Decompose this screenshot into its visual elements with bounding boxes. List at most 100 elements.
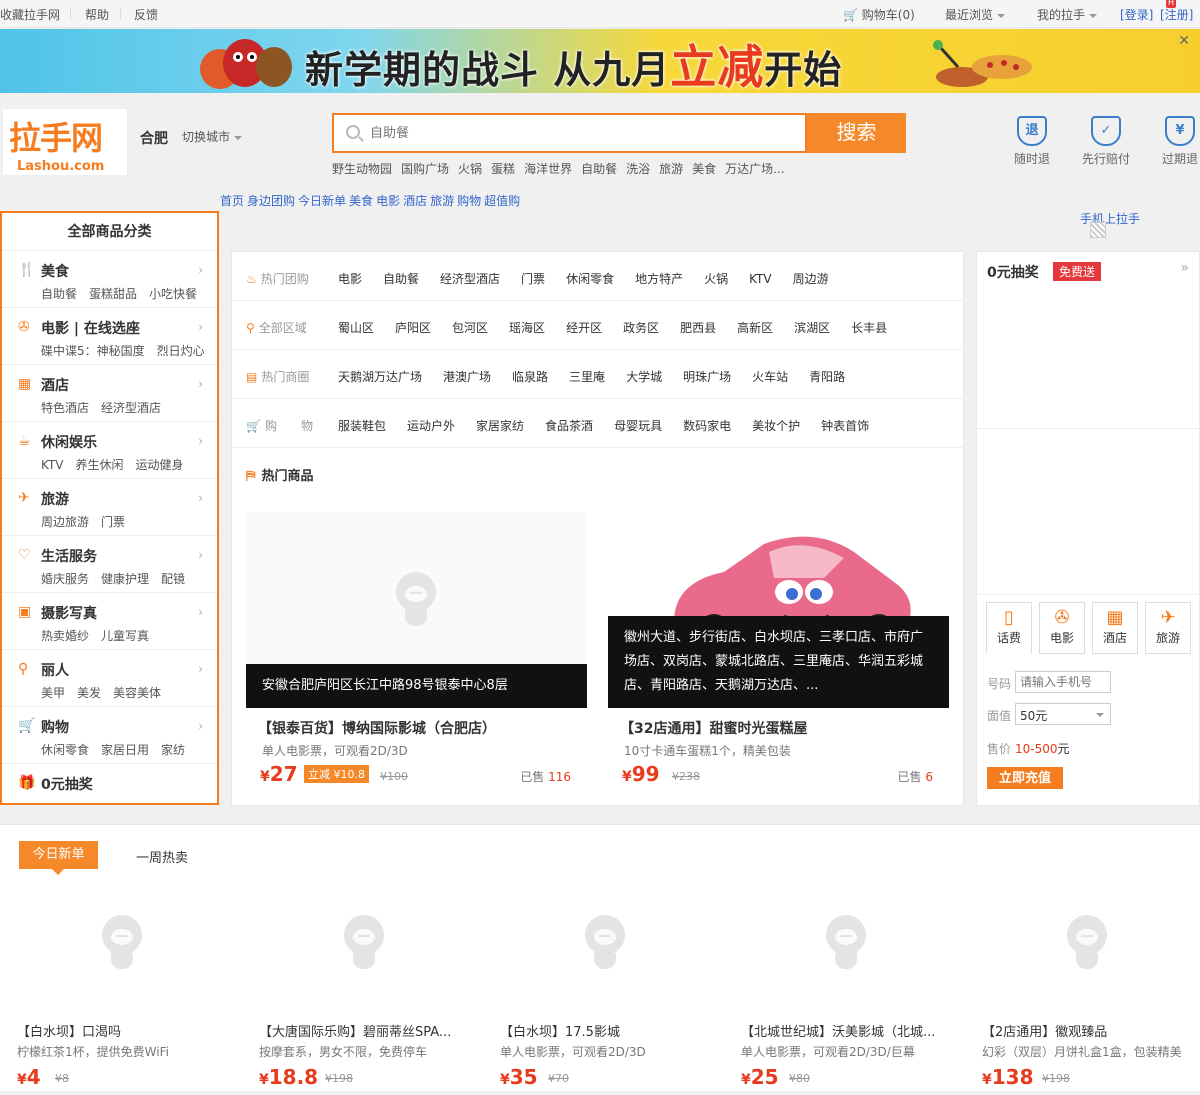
help-link[interactable]: 帮助 xyxy=(85,6,109,23)
filter-link[interactable]: 家居家纺 xyxy=(476,419,524,433)
nav-item[interactable]: 首页 xyxy=(220,194,244,208)
filter-link[interactable]: 滨湖区 xyxy=(794,321,830,335)
tab-travel[interactable]: ✈ 旅游 xyxy=(1145,602,1191,654)
subcategory-link[interactable]: 美甲 xyxy=(41,686,65,700)
filter-link[interactable]: KTV xyxy=(749,272,771,286)
category-item-shopping[interactable]: 🛒 购物 › 休闲零食 家居日用 家纺 xyxy=(2,707,217,764)
feedback-link[interactable]: 反馈 xyxy=(134,6,158,23)
deal-card[interactable]: 【2店通用】徽观臻品 幻彩（双层）月饼礼盒1盒，包装精美 ¥138 ¥198 xyxy=(982,915,1192,1095)
subcategory-link[interactable]: 烈日灼心 xyxy=(157,344,205,358)
recharge-button[interactable]: 立即充值 xyxy=(987,767,1063,789)
subcategory-link[interactable]: 自助餐 xyxy=(41,287,77,301)
filter-link[interactable]: 天鹅湖万达广场 xyxy=(338,370,422,384)
recent-dropdown[interactable]: 最近浏览 xyxy=(945,6,1006,23)
filter-link[interactable]: 港澳广场 xyxy=(443,370,491,384)
category-item-travel[interactable]: ✈ 旅游 › 周边旅游 门票 xyxy=(2,479,217,536)
hot-word[interactable]: 国购广场 xyxy=(401,162,449,176)
filter-link[interactable]: 政务区 xyxy=(623,321,659,335)
category-item-movie[interactable]: ✇ 电影 | 在线选座 › 碟中谍5：神秘国度 烈日灼心 xyxy=(2,308,217,365)
hot-word[interactable]: 火锅 xyxy=(458,162,482,176)
filter-link[interactable]: 门票 xyxy=(521,272,545,286)
amount-select[interactable]: 50元 xyxy=(1015,703,1111,725)
hot-word[interactable]: 洗浴 xyxy=(626,162,650,176)
filter-link[interactable]: 休闲零食 xyxy=(566,272,614,286)
hot-word[interactable]: 旅游 xyxy=(659,162,683,176)
nav-item[interactable]: 美食 xyxy=(349,194,373,208)
subcategory-link[interactable]: 婚庆服务 xyxy=(41,572,89,586)
subcategory-link[interactable]: 特色酒店 xyxy=(41,401,89,415)
filter-link[interactable]: 地方特产 xyxy=(635,272,683,286)
deal-card[interactable]: 徽州大道、步行街店、白水坝店、三孝口店、市府广场店、双岗店、蒙城北路店、三里庵店… xyxy=(608,512,949,792)
nav-item[interactable]: 身边团购 xyxy=(247,194,295,208)
deal-title[interactable]: 【大唐国际乐购】碧丽蒂丝SPA... xyxy=(259,1021,484,1040)
subcategory-link[interactable]: 蛋糕甜品 xyxy=(89,287,137,301)
filter-link[interactable]: 大学城 xyxy=(626,370,662,384)
tab-weekly-hot[interactable]: 一周热卖 xyxy=(136,847,188,866)
nav-item[interactable]: 旅游 xyxy=(430,194,454,208)
filter-link[interactable]: 青阳路 xyxy=(809,370,845,384)
filter-link[interactable]: 电影 xyxy=(338,272,362,286)
login-link[interactable]: [登录] xyxy=(1120,6,1153,23)
filter-link[interactable]: 自助餐 xyxy=(383,272,419,286)
filter-link[interactable]: 钟表首饰 xyxy=(821,419,869,433)
subcategory-link[interactable]: 美容美体 xyxy=(113,686,161,700)
deal-title[interactable]: 【白水坝】17.5影城 xyxy=(500,1021,725,1040)
filter-link[interactable]: 周边游 xyxy=(793,272,829,286)
hot-word[interactable]: 蛋糕 xyxy=(491,162,515,176)
lottery-title[interactable]: 0元抽奖 xyxy=(987,262,1039,282)
nav-item[interactable]: 电影 xyxy=(376,194,400,208)
register-link[interactable]: [注册] xyxy=(1160,6,1193,23)
subcategory-link[interactable]: 小吃快餐 xyxy=(149,287,197,301)
filter-link[interactable]: 火锅 xyxy=(704,272,728,286)
deal-title[interactable]: 【白水坝】口渴吗 xyxy=(17,1021,242,1040)
deal-card[interactable]: 【白水坝】17.5影城 单人电影票，可观看2D/3D ¥35 ¥70 xyxy=(500,915,725,1095)
deal-card[interactable]: 【北城世纪城】沃美影城（北城... 单人电影票，可观看2D/3D/巨幕 ¥25 … xyxy=(741,915,966,1095)
filter-link[interactable]: 食品茶酒 xyxy=(545,419,593,433)
subcategory-link[interactable]: 美发 xyxy=(77,686,101,700)
category-item-lottery[interactable]: 🎁 0元抽奖 xyxy=(2,764,217,804)
filter-link[interactable]: 经济型酒店 xyxy=(440,272,500,286)
category-item-life-services[interactable]: ♡ 生活服务 › 婚庆服务 健康护理 配镜 xyxy=(2,536,217,593)
deal-card[interactable]: 安徽合肥庐阳区长江中路98号银泰中心8层 【银泰百货】博纳国际影城（合肥店） 单… xyxy=(246,512,587,792)
category-item-leisure[interactable]: ☕ 休闲娱乐 › KTV 养生休闲 运动健身 xyxy=(2,422,217,479)
category-item-beauty[interactable]: ⚲ 丽人 › 美甲 美发 美容美体 xyxy=(2,650,217,707)
filter-link[interactable]: 运动户外 xyxy=(407,419,455,433)
hot-word[interactable]: 自助餐 xyxy=(581,162,617,176)
filter-link[interactable]: 高新区 xyxy=(737,321,773,335)
category-item-hotel[interactable]: ▦ 酒店 › 特色酒店 经济型酒店 xyxy=(2,365,217,422)
search-input[interactable] xyxy=(370,123,790,143)
mobile-app-link[interactable]: 手机上拉手 xyxy=(1080,210,1140,238)
search-button[interactable]: 搜索 xyxy=(807,113,906,153)
subcategory-link[interactable]: 碟中谍5：神秘国度 xyxy=(41,344,145,358)
category-item-photography[interactable]: ▣ 摄影写真 › 热卖婚纱 儿童写真 xyxy=(2,593,217,650)
switch-city-dropdown[interactable]: 切换城市 xyxy=(182,128,243,145)
subcategory-link[interactable]: 配镜 xyxy=(161,572,185,586)
hot-word[interactable]: 万达广场... xyxy=(725,162,784,176)
filter-link[interactable]: 瑶海区 xyxy=(509,321,545,335)
deal-title[interactable]: 【银泰百货】博纳国际影城（合肥店） xyxy=(258,718,496,738)
nav-item[interactable]: 购物 xyxy=(457,194,481,208)
filter-link[interactable]: 庐阳区 xyxy=(395,321,431,335)
deal-card[interactable]: 【白水坝】口渴吗 柠檬红茶1杯，提供免费WiFi ¥4 ¥8 xyxy=(17,915,242,1095)
my-lashou-dropdown[interactable]: 我的拉手 xyxy=(1037,6,1098,23)
filter-link[interactable]: 蜀山区 xyxy=(338,321,374,335)
cart-link[interactable]: 🛒 购物车(0) xyxy=(843,6,915,23)
tab-phone-recharge[interactable]: ▯ 话费 xyxy=(986,602,1032,654)
filter-link[interactable]: 包河区 xyxy=(452,321,488,335)
deal-card[interactable]: 【大唐国际乐购】碧丽蒂丝SPA... 按摩套系，男女不限，免费停车 ¥18.8 … xyxy=(259,915,484,1095)
hot-word[interactable]: 美食 xyxy=(692,162,716,176)
subcategory-link[interactable]: 健康护理 xyxy=(101,572,149,586)
phone-number-input[interactable] xyxy=(1015,671,1111,693)
nav-item[interactable]: 超值购 xyxy=(484,194,520,208)
filter-link[interactable]: 服装鞋包 xyxy=(338,419,386,433)
filter-link[interactable]: 美妆个护 xyxy=(752,419,800,433)
deal-title[interactable]: 【32店通用】甜蜜时光蛋糕屋 xyxy=(620,718,807,738)
subcategory-link[interactable]: 家纺 xyxy=(161,743,185,757)
filter-link[interactable]: 临泉路 xyxy=(512,370,548,384)
filter-link[interactable]: 火车站 xyxy=(752,370,788,384)
filter-link[interactable]: 经开区 xyxy=(566,321,602,335)
double-chevron-right-icon[interactable]: » xyxy=(1180,260,1189,276)
subcategory-link[interactable]: 儿童写真 xyxy=(101,629,149,643)
subcategory-link[interactable]: 家居日用 xyxy=(101,743,149,757)
filter-link[interactable]: 肥西县 xyxy=(680,321,716,335)
